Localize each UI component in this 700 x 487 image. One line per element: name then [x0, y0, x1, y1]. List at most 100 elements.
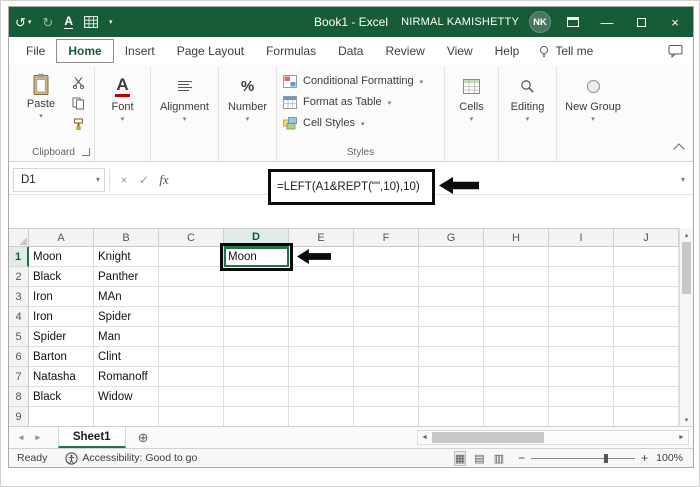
cell-D7[interactable]	[224, 367, 289, 387]
column-header-B[interactable]: B	[94, 229, 159, 247]
cell-E5[interactable]	[289, 327, 354, 347]
cell-J9[interactable]	[614, 407, 679, 427]
cell-B7[interactable]: Romanoff	[94, 367, 159, 387]
cell-J8[interactable]	[614, 387, 679, 407]
cell-H1[interactable]	[484, 247, 549, 267]
cell-H4[interactable]	[484, 307, 549, 327]
cell-E8[interactable]	[289, 387, 354, 407]
cell-D2[interactable]	[224, 267, 289, 287]
select-all-corner[interactable]	[9, 229, 29, 247]
cell-B1[interactable]: Knight	[94, 247, 159, 267]
cell-H7[interactable]	[484, 367, 549, 387]
tab-help[interactable]: Help	[484, 40, 531, 62]
cell-A4[interactable]: Iron	[29, 307, 94, 327]
cell-D5[interactable]	[224, 327, 289, 347]
cell-C9[interactable]	[159, 407, 224, 427]
cell-D6[interactable]	[224, 347, 289, 367]
cell-D9[interactable]	[224, 407, 289, 427]
view-normal-button[interactable]: ▦	[453, 450, 467, 466]
cell-D4[interactable]	[224, 307, 289, 327]
cell-C4[interactable]	[159, 307, 224, 327]
cell-B8[interactable]: Widow	[94, 387, 159, 407]
format-painter-button[interactable]	[68, 116, 88, 132]
cell-C2[interactable]	[159, 267, 224, 287]
vscroll-thumb[interactable]	[682, 242, 691, 294]
collapse-ribbon-icon[interactable]	[673, 143, 685, 155]
tab-home[interactable]: Home	[56, 39, 114, 63]
column-header-H[interactable]: H	[484, 229, 549, 247]
cell-A6[interactable]: Barton	[29, 347, 94, 367]
scroll-down-icon[interactable]: ▾	[685, 413, 689, 426]
cell-E4[interactable]	[289, 307, 354, 327]
tell-me-button[interactable]: Tell me	[538, 44, 593, 58]
tab-data[interactable]: Data	[327, 40, 374, 62]
cell-I7[interactable]	[549, 367, 614, 387]
cut-button[interactable]	[68, 74, 88, 90]
clipboard-dialog-launcher[interactable]	[82, 148, 90, 156]
new-group-button[interactable]: New Group ▾	[563, 69, 623, 145]
cell-C1[interactable]	[159, 247, 224, 267]
close-button[interactable]: ×	[663, 10, 687, 34]
row-header-8[interactable]: 8	[9, 387, 29, 407]
cell-E6[interactable]	[289, 347, 354, 367]
cell-C5[interactable]	[159, 327, 224, 347]
ribbon-display-options-button[interactable]	[561, 10, 585, 34]
cell-F2[interactable]	[354, 267, 419, 287]
redo-button[interactable]: ↻	[42, 16, 53, 29]
vscroll-track[interactable]	[680, 241, 693, 413]
cell-F6[interactable]	[354, 347, 419, 367]
vertical-scrollbar[interactable]: ▴ ▾	[679, 228, 693, 426]
column-header-C[interactable]: C	[159, 229, 224, 247]
enter-icon[interactable]: ✓	[134, 173, 154, 187]
sheet-tab-sheet1[interactable]: Sheet1	[57, 427, 126, 448]
tab-file[interactable]: File	[15, 40, 56, 62]
cell-D8[interactable]	[224, 387, 289, 407]
view-page-break-button[interactable]: ▥	[494, 452, 504, 465]
cell-H5[interactable]	[484, 327, 549, 347]
customize-qat-button[interactable]: ▾	[109, 19, 113, 26]
alignment-group-button[interactable]: Alignment ▾	[157, 69, 212, 145]
tab-page-layout[interactable]: Page Layout	[166, 40, 255, 62]
cell-J5[interactable]	[614, 327, 679, 347]
cell-F8[interactable]	[354, 387, 419, 407]
cell-B2[interactable]: Panther	[94, 267, 159, 287]
cell-H6[interactable]	[484, 347, 549, 367]
cell-I8[interactable]	[549, 387, 614, 407]
row-header-9[interactable]: 9	[9, 407, 29, 427]
column-header-J[interactable]: J	[614, 229, 679, 247]
cell-C7[interactable]	[159, 367, 224, 387]
cell-G4[interactable]	[419, 307, 484, 327]
cell-I5[interactable]	[549, 327, 614, 347]
cell-B4[interactable]: Spider	[94, 307, 159, 327]
cell-A2[interactable]: Black	[29, 267, 94, 287]
cell-J2[interactable]	[614, 267, 679, 287]
column-header-E[interactable]: E	[289, 229, 354, 247]
cells-group-button[interactable]: Cells ▾	[451, 69, 492, 145]
user-name[interactable]: NIRMAL KAMISHETTY	[401, 16, 519, 28]
sheet-nav-left-icon[interactable]: ◄	[17, 433, 25, 442]
scroll-up-icon[interactable]: ▴	[685, 228, 689, 241]
sheet-nav-right-icon[interactable]: ►	[34, 433, 42, 442]
number-group-button[interactable]: % Number ▾	[225, 69, 270, 145]
cell-B6[interactable]: Clint	[94, 347, 159, 367]
cell-G7[interactable]	[419, 367, 484, 387]
cell-A5[interactable]: Spider	[29, 327, 94, 347]
zoom-slider[interactable]	[531, 452, 636, 465]
undo-button[interactable]: ↺ ▾	[15, 16, 31, 29]
column-header-A[interactable]: A	[29, 229, 94, 247]
cell-C6[interactable]	[159, 347, 224, 367]
cell-J7[interactable]	[614, 367, 679, 387]
cell-F9[interactable]	[354, 407, 419, 427]
horizontal-scrollbar[interactable]: ◄ ►	[417, 430, 689, 445]
view-page-layout-button[interactable]: ▤	[474, 452, 484, 465]
comments-button[interactable]	[668, 44, 683, 58]
cell-H9[interactable]	[484, 407, 549, 427]
cell-G5[interactable]	[419, 327, 484, 347]
insert-function-icon[interactable]: fx	[154, 172, 174, 188]
name-box[interactable]: D1 ▾	[13, 167, 105, 192]
cell-I2[interactable]	[549, 267, 614, 287]
new-sheet-button[interactable]: ⊕	[138, 430, 149, 446]
cell-A8[interactable]: Black	[29, 387, 94, 407]
cell-B5[interactable]: Man	[94, 327, 159, 347]
cell-J6[interactable]	[614, 347, 679, 367]
